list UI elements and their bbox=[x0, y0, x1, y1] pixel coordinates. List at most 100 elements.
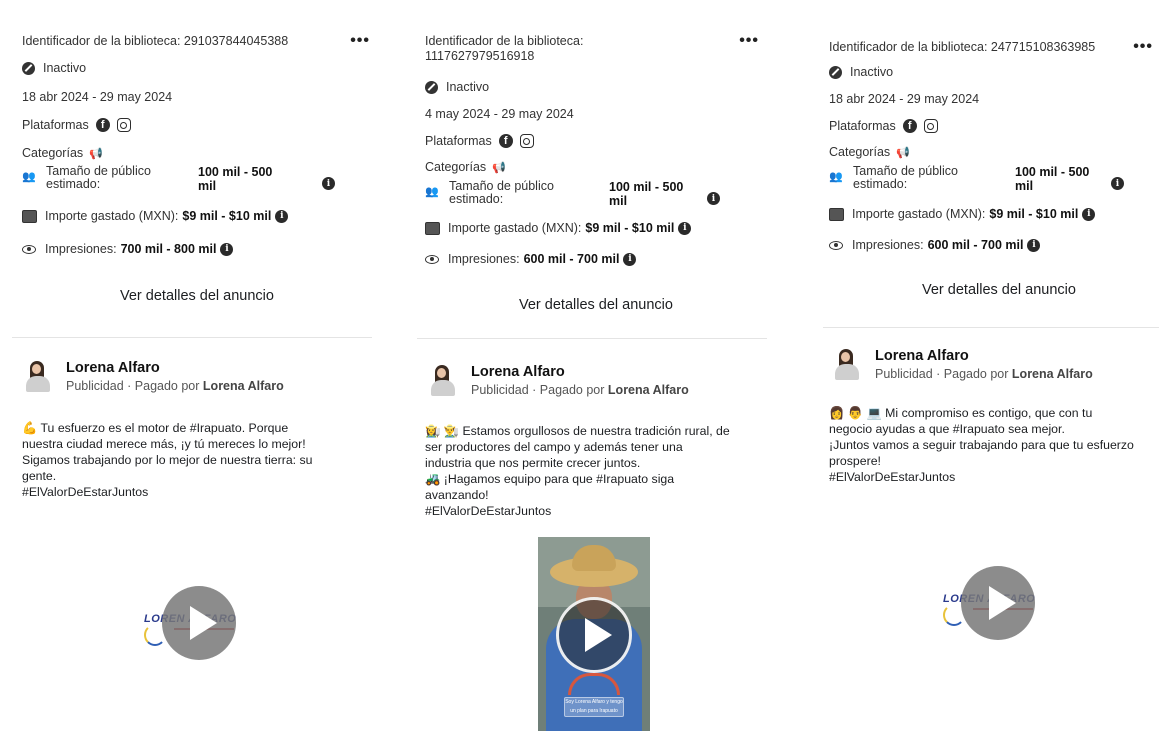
platforms-label: Plataformas bbox=[829, 119, 896, 133]
advertiser-name[interactable]: Lorena Alfaro bbox=[66, 360, 284, 377]
instagram-icon bbox=[116, 118, 131, 132]
ad-text: 👩 👨 💻 Mi compromiso es contigo, que con … bbox=[829, 405, 1159, 485]
impressions-value: 600 mil - 700 mil bbox=[927, 238, 1024, 252]
impressions-value: 600 mil - 700 mil bbox=[523, 252, 620, 266]
impressions-row: Impresiones: 600 mil - 700 mil i bbox=[829, 238, 1041, 252]
avatar[interactable] bbox=[24, 360, 54, 392]
impressions-row: Impresiones: 600 mil - 700 mil i bbox=[425, 252, 637, 266]
play-icon[interactable] bbox=[162, 586, 236, 660]
info-icon[interactable]: i bbox=[623, 252, 637, 266]
audience-label: Tamaño de público estimado: bbox=[449, 179, 554, 206]
library-id-row: Identificador de la biblioteca: 11176279… bbox=[425, 33, 763, 64]
categories-row: Categorías 📢 bbox=[425, 160, 506, 174]
info-icon[interactable]: i bbox=[1111, 177, 1124, 190]
audience-value: 100 mil - 500 mil bbox=[1015, 165, 1090, 193]
info-icon[interactable]: i bbox=[707, 192, 720, 205]
ad-text: 💪 Tu esfuerzo es el motor de #Irapuato. … bbox=[22, 420, 367, 500]
people-icon: 👥 bbox=[829, 171, 843, 183]
avatar[interactable] bbox=[429, 364, 459, 396]
ad-text: 👩‍🌾 👨‍🌾 Estamos orgullosos de nuestra tr… bbox=[425, 423, 770, 519]
audience-value: 100 mil - 500 mil bbox=[198, 165, 273, 193]
date-text: 4 may 2024 - 29 may 2024 bbox=[425, 107, 574, 121]
more-options-button[interactable]: ••• bbox=[1129, 39, 1157, 55]
view-ad-details-link[interactable]: Ver detalles del anuncio bbox=[22, 288, 372, 304]
audience-row: 👥 Tamaño de público estimado: 100 mil - … bbox=[22, 165, 352, 193]
categories-label: Categorías bbox=[22, 146, 84, 160]
info-icon[interactable]: i bbox=[322, 177, 335, 190]
video-thumbnail[interactable]: LOREN ALFARO bbox=[134, 580, 264, 660]
ad-text-line: 💪 Tu esfuerzo es el motor de #Irapuato. … bbox=[22, 421, 289, 435]
info-icon[interactable]: i bbox=[1027, 238, 1041, 252]
avatar[interactable] bbox=[833, 348, 863, 380]
view-ad-details-link[interactable]: Ver detalles del anuncio bbox=[425, 297, 767, 313]
advertiser-name[interactable]: Lorena Alfaro bbox=[471, 364, 689, 381]
date-text: 18 abr 2024 - 29 may 2024 bbox=[22, 90, 173, 104]
ad-text-line: 👩‍🌾 👨‍🌾 Estamos orgullosos de nuestra tr… bbox=[425, 424, 730, 438]
paid-by-name: Lorena Alfaro bbox=[1011, 367, 1093, 381]
info-icon[interactable]: i bbox=[220, 242, 234, 256]
view-ad-details-link[interactable]: Ver detalles del anuncio bbox=[829, 282, 1167, 298]
spend-value: $9 mil - $10 mil bbox=[989, 207, 1079, 221]
money-icon bbox=[829, 207, 844, 221]
audience-label: Tamaño de público estimado: bbox=[46, 164, 151, 191]
ad-text-line: negocio ayudas a que #Irapuato sea mejor… bbox=[829, 422, 1065, 436]
play-icon[interactable] bbox=[556, 597, 632, 673]
ad-text-line: #ElValorDeEstarJuntos bbox=[425, 504, 552, 518]
spend-label: Importe gastado (MXN): bbox=[852, 207, 986, 221]
ad-text-line: gente. bbox=[22, 469, 57, 483]
categories-label: Categorías bbox=[425, 160, 487, 174]
audience-value: 100 mil - 500 mil bbox=[609, 180, 684, 208]
status-text: Inactivo bbox=[850, 65, 894, 79]
sponsored-line: Publicidad · Pagado por Lorena Alfaro bbox=[66, 377, 284, 395]
ad-text-line: prospere! bbox=[829, 454, 881, 468]
more-options-button[interactable]: ••• bbox=[735, 33, 763, 49]
spend-row: Importe gastado (MXN): $9 mil - $10 mil … bbox=[829, 207, 1096, 221]
status-row: Inactivo bbox=[425, 80, 489, 94]
advertiser-name[interactable]: Lorena Alfaro bbox=[875, 348, 1093, 365]
sponsored-label: Publicidad · Pagado por bbox=[471, 383, 605, 397]
spend-row: Importe gastado (MXN): $9 mil - $10 mil … bbox=[425, 221, 692, 235]
ad-text-line: Sigamos trabajando por lo mejor de nuest… bbox=[22, 453, 313, 467]
money-icon bbox=[425, 221, 440, 235]
date-text: 18 abr 2024 - 29 may 2024 bbox=[829, 92, 980, 106]
video-thumbnail[interactable]: Soy Lorena Alfaro y tengo un plan para I… bbox=[538, 537, 650, 731]
spend-label: Importe gastado (MXN): bbox=[45, 209, 179, 223]
info-icon[interactable]: i bbox=[678, 221, 692, 235]
ad-text-line: #ElValorDeEstarJuntos bbox=[829, 470, 956, 484]
more-options-button[interactable]: ••• bbox=[346, 33, 374, 49]
status-row: Inactivo bbox=[22, 61, 86, 75]
facebook-icon: f bbox=[498, 134, 513, 148]
ad-text-line: ¡Juntos vamos a seguir trabajando para q… bbox=[829, 438, 1134, 452]
impressions-value: 700 mil - 800 mil bbox=[120, 242, 217, 256]
sponsored-label: Publicidad · Pagado por bbox=[66, 379, 200, 393]
inactive-icon bbox=[425, 80, 438, 94]
info-icon[interactable]: i bbox=[1082, 207, 1096, 221]
date-range: 4 may 2024 - 29 may 2024 bbox=[425, 107, 574, 121]
platforms-row: Plataformas f bbox=[829, 119, 938, 133]
platforms-label: Plataformas bbox=[425, 134, 492, 148]
platforms-row: Plataformas f bbox=[425, 134, 534, 148]
library-id: Identificador de la biblioteca: 29103784… bbox=[22, 34, 289, 48]
sponsored-line: Publicidad · Pagado por Lorena Alfaro bbox=[875, 365, 1093, 383]
eye-icon bbox=[425, 254, 439, 264]
divider bbox=[823, 327, 1159, 328]
paid-by-name: Lorena Alfaro bbox=[202, 379, 284, 393]
play-icon[interactable] bbox=[961, 566, 1035, 640]
instagram-icon bbox=[923, 119, 938, 133]
inactive-icon bbox=[829, 65, 842, 79]
megaphone-icon: 📢 bbox=[89, 147, 103, 160]
megaphone-icon: 📢 bbox=[896, 146, 910, 159]
library-id-row: Identificador de la biblioteca: 29103784… bbox=[22, 33, 374, 49]
video-thumbnail[interactable]: LOREN ALFARO bbox=[937, 560, 1067, 640]
impressions-row: Impresiones: 700 mil - 800 mil i bbox=[22, 242, 234, 256]
people-icon: 👥 bbox=[22, 171, 36, 183]
impressions-label: Impresiones: bbox=[448, 252, 520, 266]
library-id-row: Identificador de la biblioteca: 24771510… bbox=[829, 39, 1157, 55]
status-row: Inactivo bbox=[829, 65, 893, 79]
platforms-label: Plataformas bbox=[22, 118, 89, 132]
info-icon[interactable]: i bbox=[275, 209, 289, 223]
inactive-icon bbox=[22, 61, 35, 75]
audience-row: 👥 Tamaño de público estimado: 100 mil - … bbox=[425, 180, 745, 208]
impressions-label: Impresiones: bbox=[852, 238, 924, 252]
ad-text-line: #ElValorDeEstarJuntos bbox=[22, 485, 149, 499]
